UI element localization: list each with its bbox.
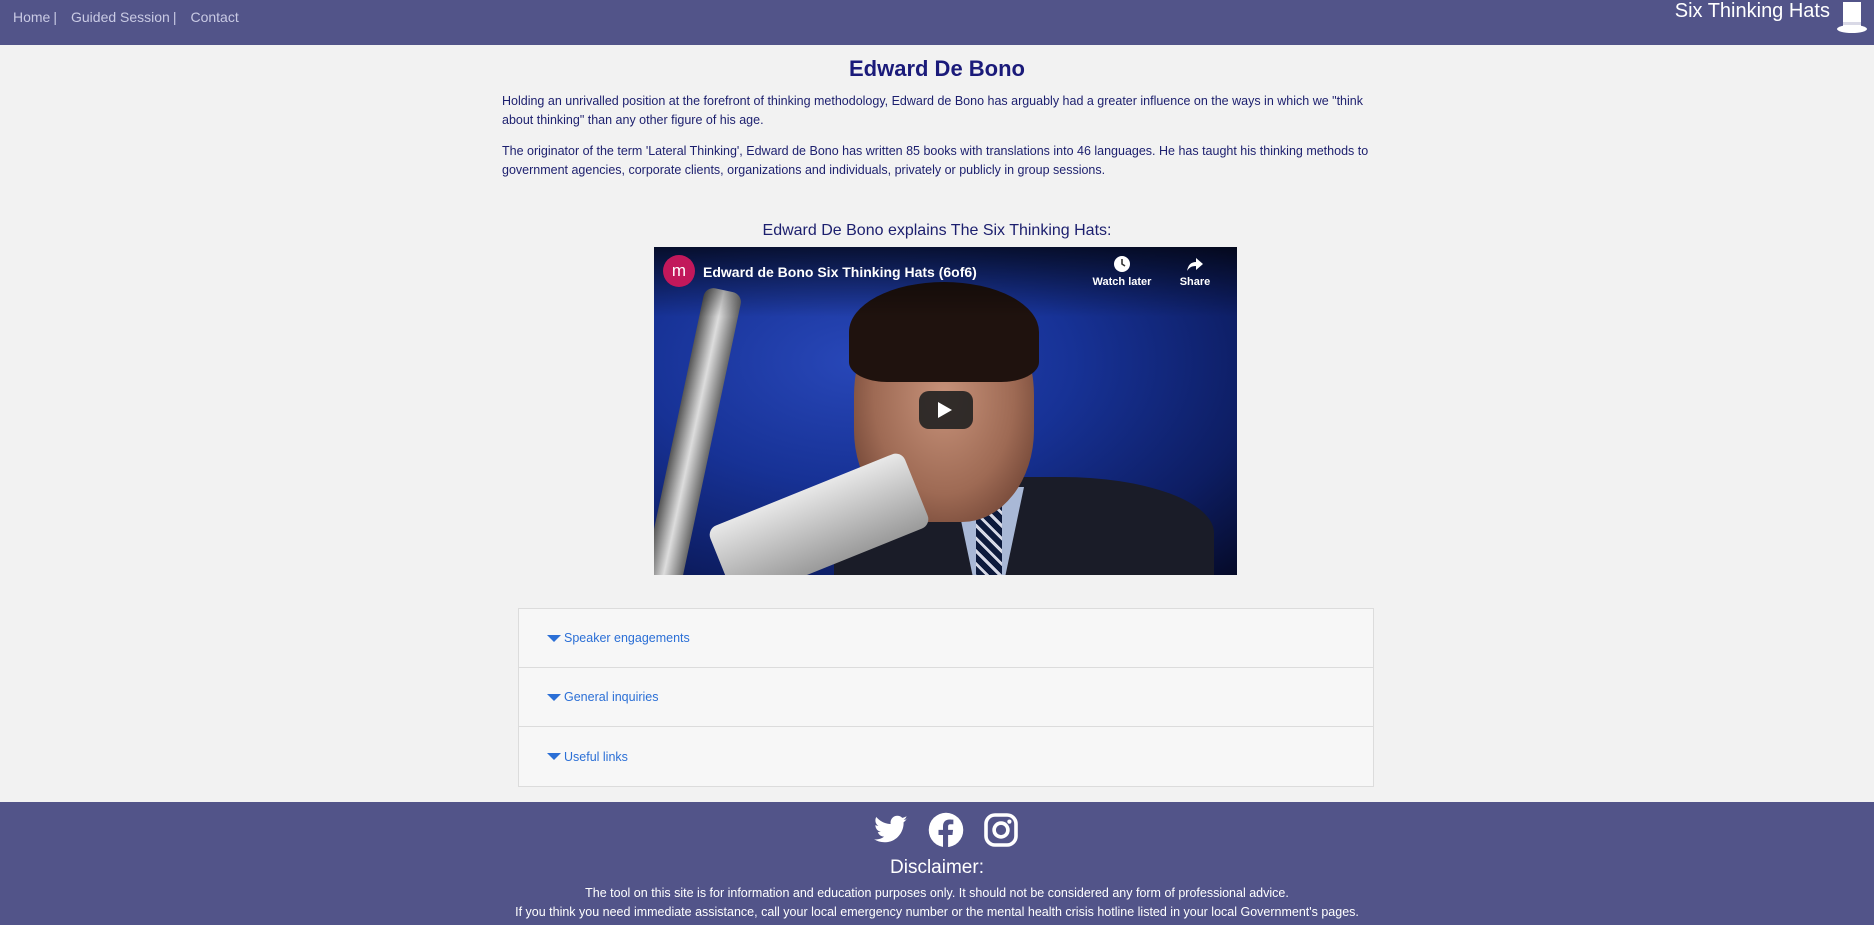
accordion-item-general-inquiries[interactable]: General inquiries (519, 668, 1373, 727)
play-icon (938, 402, 952, 418)
top-hat-icon (1837, 2, 1867, 33)
share-label: Share (1179, 276, 1211, 288)
accordion-label: Speaker engagements (564, 631, 690, 645)
video-player[interactable]: m Edward de Bono Six Thinking Hats (6of6… (654, 247, 1237, 575)
instagram-icon[interactable] (982, 812, 1020, 848)
footer: Disclaimer: The tool on this site is for… (0, 802, 1874, 925)
share-button[interactable]: Share (1160, 255, 1230, 288)
share-arrow-icon (1187, 258, 1203, 271)
top-navbar: Home | Guided Session | Contact Six Thin… (0, 0, 1874, 45)
accordion-item-speaker-engagements[interactable]: Speaker engagements (519, 609, 1373, 668)
twitter-icon[interactable] (872, 812, 910, 848)
info-accordion: Speaker engagements General inquiries Us… (518, 608, 1374, 787)
nav-link-home[interactable]: Home (13, 9, 50, 25)
main-content: Edward De Bono Holding an unrivalled pos… (502, 56, 1372, 192)
nav-separator: | (53, 9, 57, 25)
bio-paragraph: The originator of the term 'Lateral Thin… (502, 144, 1369, 177)
video-caption: Edward De Bono explains The Six Thinking… (762, 222, 1112, 239)
accordion-label: General inquiries (564, 690, 659, 704)
watch-later-button[interactable]: Watch later (1087, 255, 1157, 288)
nav-link-guided-session[interactable]: Guided Session (71, 9, 170, 25)
watch-later-label: Watch later (1092, 276, 1152, 288)
play-button[interactable] (919, 391, 973, 429)
caret-down-icon (547, 693, 561, 701)
nav-link-contact[interactable]: Contact (190, 9, 238, 25)
nav-links: Home | Guided Session | Contact (13, 9, 239, 25)
nav-separator: | (172, 9, 177, 25)
page-title: Edward De Bono (848, 56, 1025, 81)
intro-paragraph: Holding an unrivalled position at the fo… (502, 94, 1363, 127)
brand-logo[interactable]: Six Thinking Hats (1675, 0, 1868, 36)
facebook-icon[interactable] (927, 812, 965, 848)
brand-title: Six Thinking Hats (1674, 0, 1830, 22)
accordion-label: Useful links (564, 749, 628, 764)
accordion-item-useful-links[interactable]: Useful links (519, 727, 1373, 786)
social-links (872, 812, 1020, 848)
channel-avatar[interactable]: m (663, 255, 695, 287)
disclaimer-text: The tool on this site is for information… (585, 886, 1289, 900)
disclaimer-title: Disclaimer: (890, 857, 984, 878)
caret-down-icon (547, 753, 561, 760)
video-title[interactable]: Edward de Bono Six Thinking Hats (6of6) (703, 264, 977, 280)
disclaimer-text: If you think you need immediate assistan… (515, 905, 1359, 919)
caret-down-icon (547, 634, 561, 642)
clock-icon (1114, 256, 1130, 272)
